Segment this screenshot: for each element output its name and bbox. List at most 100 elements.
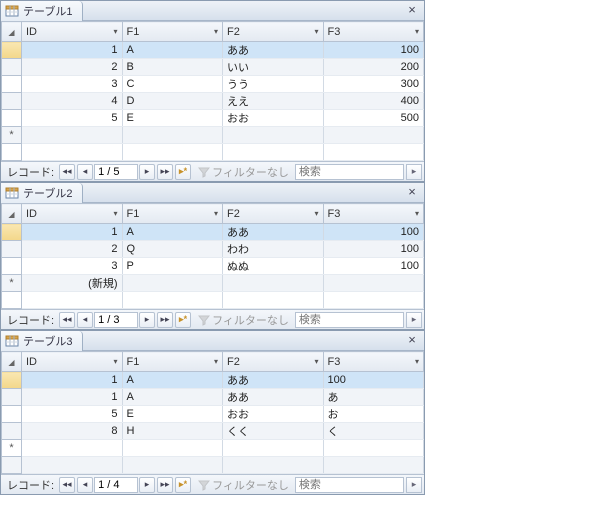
new-record-row[interactable]: * (2, 127, 424, 144)
cell[interactable]: H (122, 423, 223, 440)
cell[interactable]: 200 (323, 59, 424, 76)
cell[interactable]: うう (223, 76, 324, 93)
cell[interactable]: 5 (22, 110, 123, 127)
close-button[interactable]: × (404, 185, 420, 201)
cell[interactable]: 4 (22, 93, 123, 110)
cell[interactable]: 100 (323, 224, 424, 241)
row-selector[interactable] (2, 224, 22, 241)
nav-new-button[interactable]: ▸* (175, 312, 191, 328)
column-header[interactable]: F2▾ (223, 204, 324, 224)
nav-prev-button[interactable]: ◂ (77, 477, 93, 493)
column-header[interactable]: F1▾ (122, 22, 223, 42)
nav-next-button[interactable]: ▸ (139, 312, 155, 328)
cell[interactable] (223, 127, 324, 144)
filter-status[interactable]: フィルターなし (192, 164, 295, 180)
cell[interactable] (22, 127, 123, 144)
search-input[interactable] (295, 164, 404, 180)
cell[interactable]: 100 (323, 258, 424, 275)
close-button[interactable]: × (404, 3, 420, 19)
cell[interactable]: 2 (22, 241, 123, 258)
table-row[interactable]: 1Aああ100 (2, 372, 424, 389)
dropdown-icon[interactable]: ▾ (415, 357, 419, 366)
cell[interactable]: 1 (22, 224, 123, 241)
cell[interactable]: 1 (22, 42, 123, 59)
cell[interactable]: ああ (223, 224, 324, 241)
cell[interactable]: 400 (323, 93, 424, 110)
table-row[interactable]: 2Bいい200 (2, 59, 424, 76)
cell[interactable]: A (122, 42, 223, 59)
cell[interactable] (223, 440, 324, 457)
scroll-right-button[interactable]: ▸ (406, 312, 422, 328)
cell[interactable]: おお (223, 406, 324, 423)
cell[interactable] (323, 440, 424, 457)
cell[interactable]: く (323, 423, 424, 440)
cell[interactable]: (新規) (22, 275, 123, 292)
column-header[interactable]: F3▾ (323, 22, 424, 42)
cell[interactable]: わわ (223, 241, 324, 258)
cell[interactable]: 1 (22, 389, 123, 406)
cell[interactable]: C (122, 76, 223, 93)
cell[interactable]: あ (323, 389, 424, 406)
cell[interactable]: Q (122, 241, 223, 258)
table-row[interactable]: 5Eおおお (2, 406, 424, 423)
table-row[interactable]: 3Cうう300 (2, 76, 424, 93)
cell[interactable] (22, 440, 123, 457)
cell[interactable]: 2 (22, 59, 123, 76)
cell[interactable]: お (323, 406, 424, 423)
column-header[interactable]: F2▾ (223, 352, 324, 372)
datasheet-tab[interactable]: テーブル2 (1, 183, 83, 203)
row-selector[interactable] (2, 59, 22, 76)
cell[interactable]: ああ (223, 42, 324, 59)
data-grid[interactable]: ◢ID▾F1▾F2▾F3▾1Aああ1002Qわわ1003Pぬぬ100*(新規) (1, 203, 424, 309)
cell[interactable]: ああ (223, 372, 324, 389)
cell[interactable] (223, 275, 324, 292)
dropdown-icon[interactable]: ▾ (415, 209, 419, 218)
cell[interactable]: おお (223, 110, 324, 127)
cell[interactable] (323, 275, 424, 292)
row-selector[interactable] (2, 76, 22, 93)
nav-prev-button[interactable]: ◂ (77, 312, 93, 328)
dropdown-icon[interactable]: ▾ (314, 27, 318, 36)
cell[interactable]: 5 (22, 406, 123, 423)
row-selector[interactable] (2, 42, 22, 59)
column-header[interactable]: ID▾ (22, 204, 123, 224)
table-row[interactable]: 1Aああ100 (2, 42, 424, 59)
cell[interactable] (323, 127, 424, 144)
cell[interactable]: A (122, 389, 223, 406)
row-selector[interactable] (2, 406, 22, 423)
table-row[interactable]: 1Aああ100 (2, 224, 424, 241)
filter-status[interactable]: フィルターなし (192, 477, 295, 493)
nav-prev-button[interactable]: ◂ (77, 164, 93, 180)
search-input[interactable] (295, 477, 404, 493)
dropdown-icon[interactable]: ▾ (214, 27, 218, 36)
column-header[interactable]: F1▾ (122, 352, 223, 372)
column-header[interactable]: ID▾ (22, 352, 123, 372)
close-button[interactable]: × (404, 333, 420, 349)
cell[interactable]: 300 (323, 76, 424, 93)
record-position-input[interactable] (94, 312, 138, 328)
scroll-right-button[interactable]: ▸ (406, 477, 422, 493)
row-selector[interactable] (2, 372, 22, 389)
row-selector[interactable] (2, 423, 22, 440)
nav-new-button[interactable]: ▸* (175, 164, 191, 180)
datasheet-tab[interactable]: テーブル3 (1, 331, 83, 351)
record-position-input[interactable] (94, 477, 138, 493)
cell[interactable]: D (122, 93, 223, 110)
cell[interactable]: A (122, 224, 223, 241)
cell[interactable] (122, 127, 223, 144)
table-row[interactable]: 2Qわわ100 (2, 241, 424, 258)
row-selector[interactable] (2, 258, 22, 275)
filter-status[interactable]: フィルターなし (192, 312, 295, 328)
nav-first-button[interactable]: ◂◂ (59, 477, 75, 493)
nav-last-button[interactable]: ▸▸ (157, 312, 173, 328)
column-header[interactable]: ID▾ (22, 22, 123, 42)
dropdown-icon[interactable]: ▾ (314, 357, 318, 366)
cell[interactable]: ああ (223, 389, 324, 406)
cell[interactable]: 3 (22, 258, 123, 275)
cell[interactable] (122, 275, 223, 292)
cell[interactable]: P (122, 258, 223, 275)
cell[interactable]: 100 (323, 42, 424, 59)
select-all-header[interactable]: ◢ (2, 204, 22, 224)
dropdown-icon[interactable]: ▾ (113, 209, 117, 218)
new-record-row[interactable]: * (2, 440, 424, 457)
